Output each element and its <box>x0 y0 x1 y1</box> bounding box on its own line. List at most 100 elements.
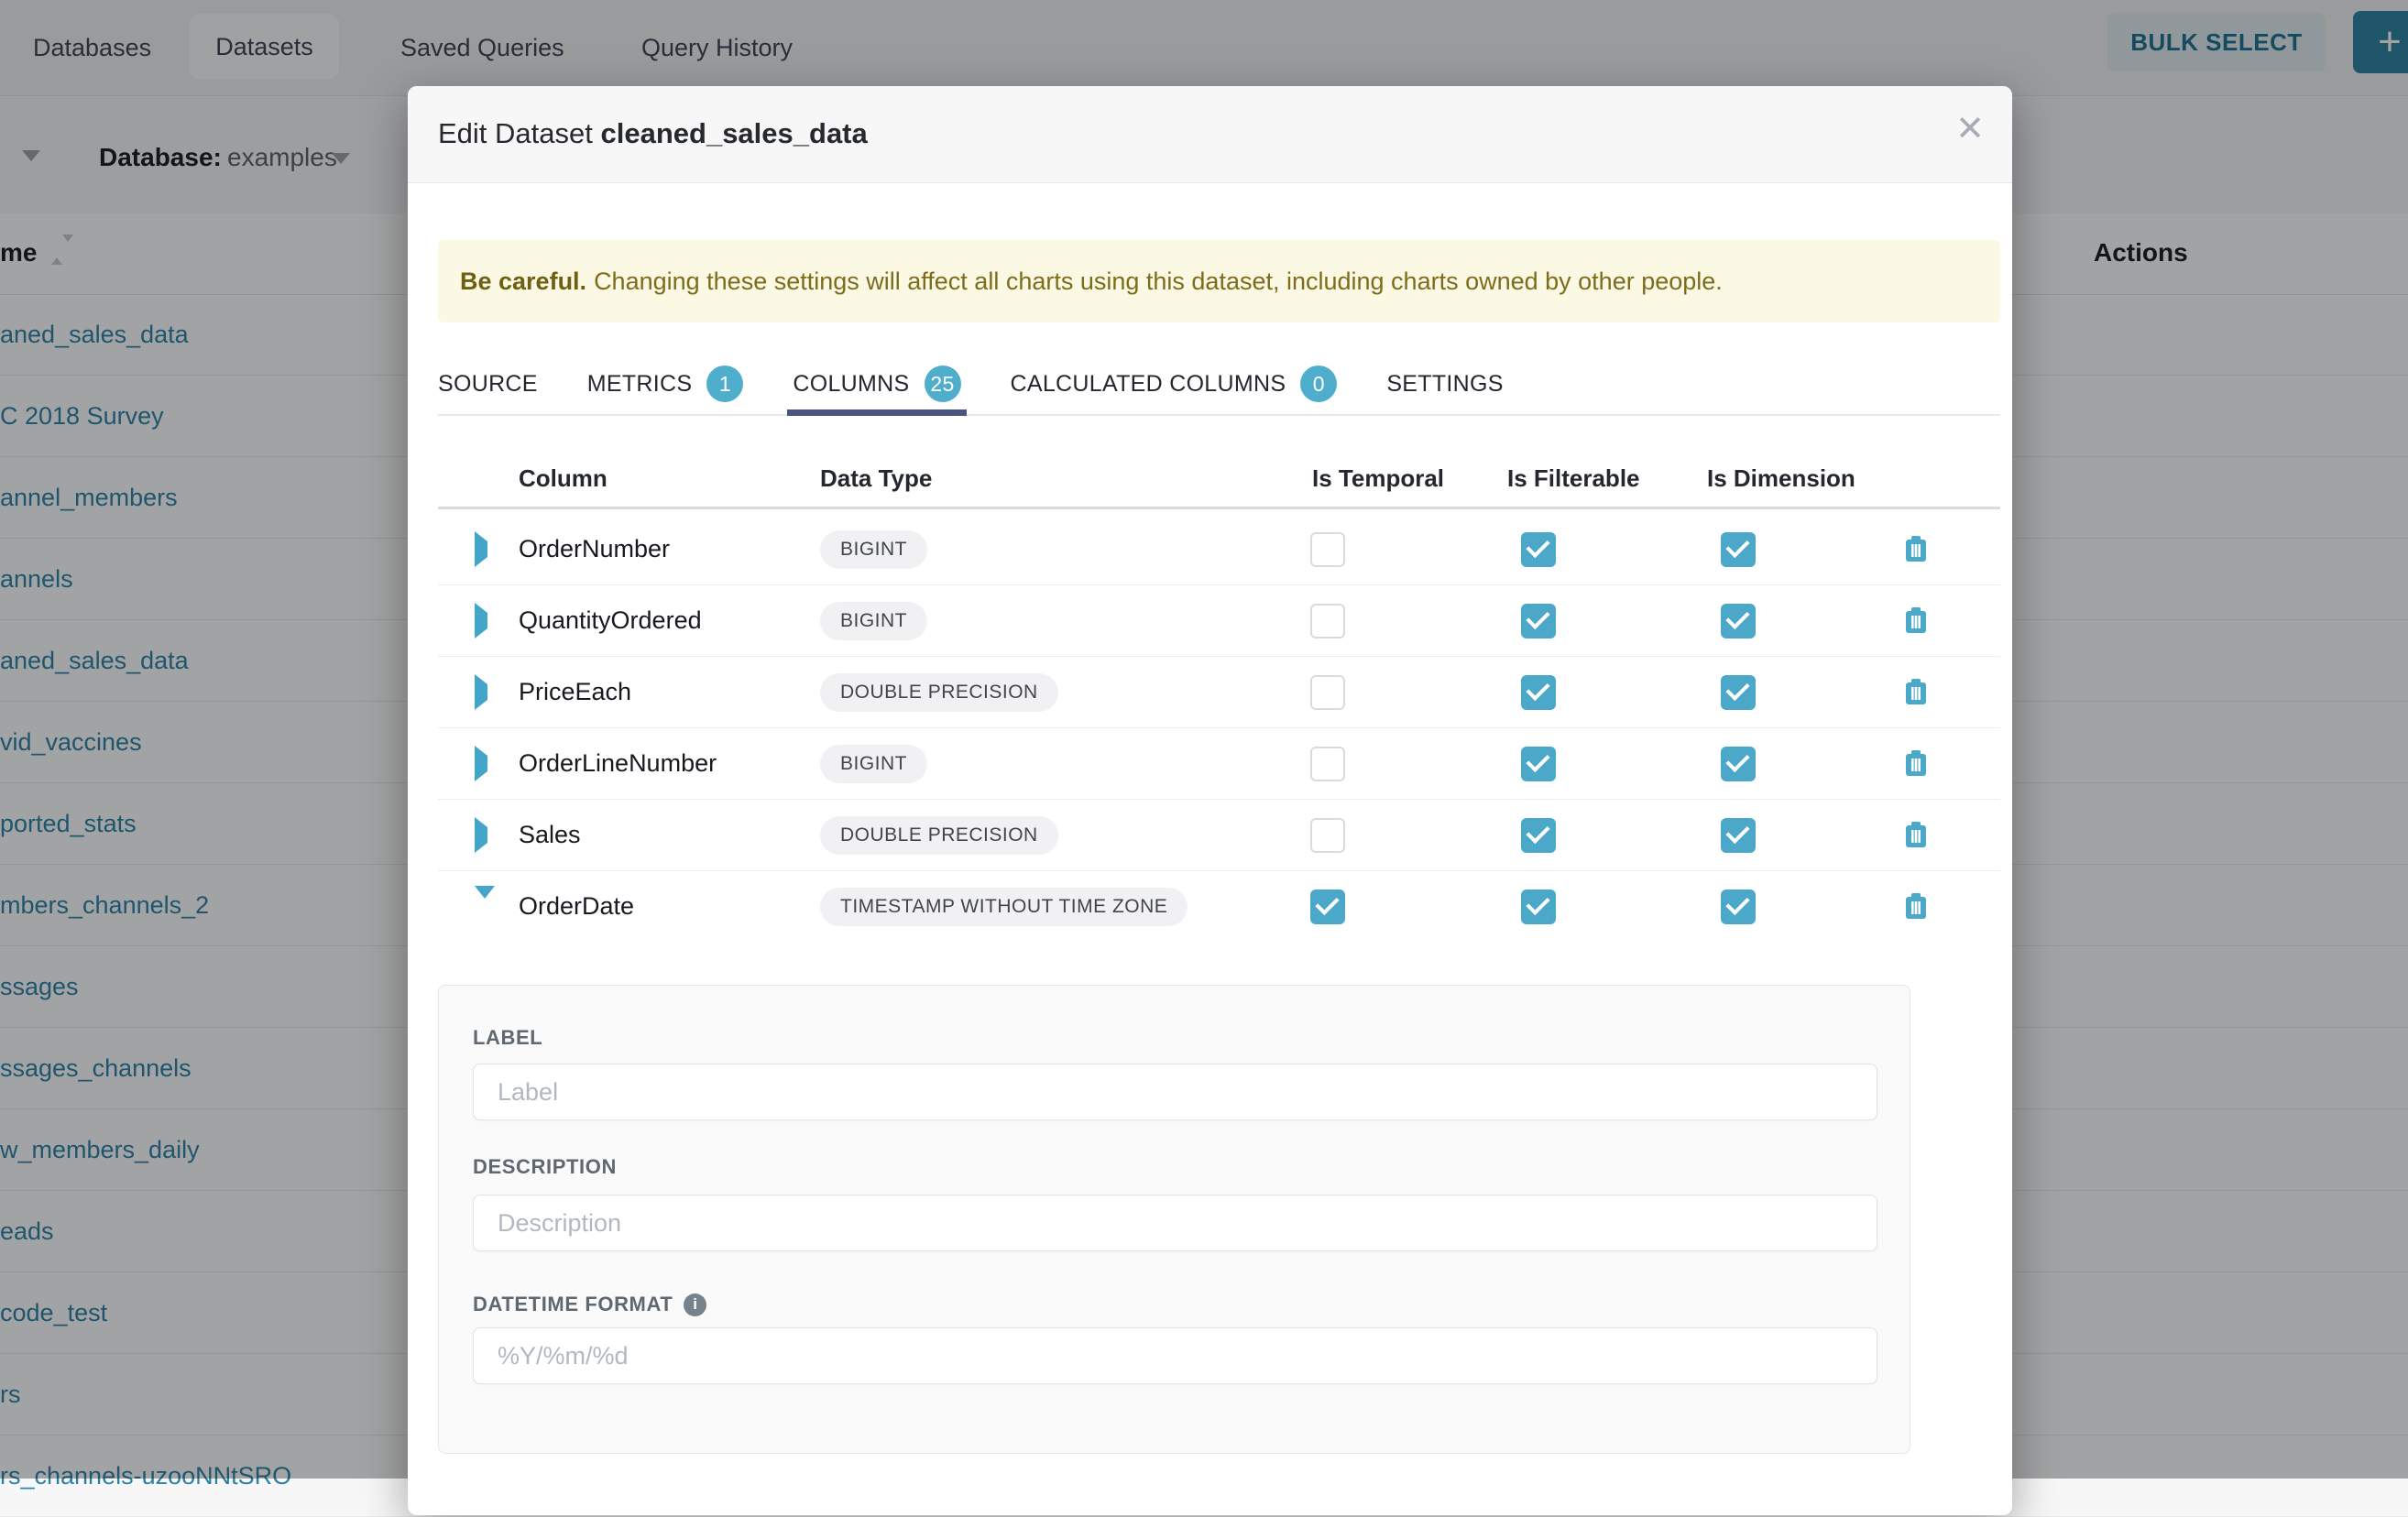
is-dimension-checkbox[interactable] <box>1721 747 1756 781</box>
is-dimension-checkbox[interactable] <box>1721 604 1756 638</box>
is-filterable-checkbox[interactable] <box>1521 604 1556 638</box>
is-filterable-header: Is Filterable <box>1469 464 1669 493</box>
column-row-QuantityOrdered: QuantityOrdered BIGINT <box>438 585 2000 657</box>
column-header: Column <box>493 464 804 493</box>
expand-caret-icon[interactable] <box>475 746 487 781</box>
column-row-OrderLineNumber: OrderLineNumber BIGINT <box>438 728 2000 800</box>
is-dimension-checkbox[interactable] <box>1721 818 1756 853</box>
column-row-OrderDate: OrderDate TIMESTAMP WITHOUT TIME ZONE <box>438 871 2000 942</box>
data-type-badge: BIGINT <box>820 745 927 783</box>
datetime-format-heading: DATETIME FORMAT i <box>473 1293 706 1316</box>
is-filterable-cell <box>1469 532 1669 567</box>
is-temporal-header: Is Temporal <box>1274 464 1469 493</box>
column-name: QuantityOrdered <box>493 606 804 635</box>
warning-text: Changing these settings will affect all … <box>594 267 1723 296</box>
calculated-columns-count-badge: 0 <box>1300 366 1337 402</box>
columns-count-badge: 25 <box>925 366 961 402</box>
collapse-caret-icon[interactable] <box>475 886 495 914</box>
is-filterable-cell <box>1469 604 1669 638</box>
is-filterable-cell <box>1469 889 1669 924</box>
is-filterable-cell <box>1469 818 1669 853</box>
is-temporal-cell <box>1274 889 1469 924</box>
is-dimension-cell <box>1669 889 1877 924</box>
columns-table-header: Column Data Type Is Temporal Is Filterab… <box>438 455 2000 501</box>
trash-icon[interactable] <box>1903 679 1929 706</box>
modal-title-dataset-name: cleaned_sales_data <box>601 117 868 149</box>
column-detail-panel: LABEL DESCRIPTION DATETIME FORMAT i <box>438 985 1910 1454</box>
data-type-badge: DOUBLE PRECISION <box>820 673 1058 712</box>
data-type-badge: TIMESTAMP WITHOUT TIME ZONE <box>820 888 1188 926</box>
column-name: PriceEach <box>493 678 804 706</box>
trash-icon[interactable] <box>1903 822 1929 849</box>
column-row-OrderNumber: OrderNumber BIGINT <box>438 514 2000 585</box>
is-temporal-checkbox[interactable] <box>1310 818 1345 853</box>
is-temporal-checkbox[interactable] <box>1310 747 1345 781</box>
column-row-PriceEach: PriceEach DOUBLE PRECISION <box>438 657 2000 728</box>
close-icon[interactable]: ✕ <box>1955 112 1985 147</box>
is-filterable-cell <box>1469 747 1669 781</box>
trash-icon[interactable] <box>1903 536 1929 563</box>
label-input[interactable] <box>473 1064 1877 1120</box>
is-filterable-checkbox[interactable] <box>1521 747 1556 781</box>
modal-title: Edit Dataset cleaned_sales_data <box>438 117 868 150</box>
modal-tabs: SOURCE METRICS1 COLUMNS25 CALCULATED COL… <box>438 354 2000 416</box>
columns-table-body: OrderNumber BIGINT QuantityOrdered BIGINT Pr… <box>438 514 2000 942</box>
column-name: OrderDate <box>493 892 804 921</box>
data-type-badge: BIGINT <box>820 602 927 640</box>
description-heading: DESCRIPTION <box>473 1155 617 1179</box>
metrics-count-badge: 1 <box>706 366 743 402</box>
trash-icon[interactable] <box>1903 893 1929 921</box>
tab-columns[interactable]: COLUMNS25 <box>793 354 960 414</box>
is-dimension-checkbox[interactable] <box>1721 889 1756 924</box>
tab-calculated-columns[interactable]: CALCULATED COLUMNS0 <box>1011 354 1338 414</box>
description-input[interactable] <box>473 1195 1877 1251</box>
is-temporal-checkbox[interactable] <box>1310 604 1345 638</box>
is-dimension-checkbox[interactable] <box>1721 532 1756 567</box>
edit-dataset-modal: Edit Dataset cleaned_sales_data ✕ Be car… <box>408 86 2012 1515</box>
data-type-badge: DOUBLE PRECISION <box>820 816 1058 855</box>
is-filterable-checkbox[interactable] <box>1521 818 1556 853</box>
modal-header: Edit Dataset cleaned_sales_data ✕ <box>408 86 2012 183</box>
is-temporal-checkbox[interactable] <box>1310 889 1345 924</box>
data-type-header: Data Type <box>804 464 1274 493</box>
column-name: OrderNumber <box>493 535 804 563</box>
is-filterable-checkbox[interactable] <box>1521 675 1556 710</box>
tab-metrics[interactable]: METRICS1 <box>587 354 744 414</box>
datetime-format-input[interactable] <box>473 1327 1877 1384</box>
expand-caret-icon[interactable] <box>475 603 487 638</box>
is-dimension-checkbox[interactable] <box>1721 675 1756 710</box>
label-heading: LABEL <box>473 1026 542 1050</box>
column-name: Sales <box>493 821 804 849</box>
is-dimension-cell <box>1669 532 1877 567</box>
expand-caret-icon[interactable] <box>475 674 487 710</box>
is-temporal-cell <box>1274 747 1469 781</box>
header-divider <box>438 507 2000 509</box>
is-temporal-checkbox[interactable] <box>1310 675 1345 710</box>
column-name: OrderLineNumber <box>493 749 804 778</box>
is-temporal-cell <box>1274 675 1469 710</box>
modal-title-prefix: Edit Dataset <box>438 117 593 149</box>
is-dimension-cell <box>1669 604 1877 638</box>
is-dimension-cell <box>1669 675 1877 710</box>
info-icon[interactable]: i <box>684 1293 706 1316</box>
is-filterable-checkbox[interactable] <box>1521 889 1556 924</box>
column-row-Sales: Sales DOUBLE PRECISION <box>438 800 2000 871</box>
expand-caret-icon[interactable] <box>475 817 487 853</box>
is-dimension-cell <box>1669 818 1877 853</box>
is-filterable-checkbox[interactable] <box>1521 532 1556 567</box>
tab-settings[interactable]: SETTINGS <box>1386 354 1503 414</box>
is-temporal-cell <box>1274 604 1469 638</box>
data-type-badge: BIGINT <box>820 530 927 569</box>
trash-icon[interactable] <box>1903 607 1929 635</box>
tab-source[interactable]: SOURCE <box>438 354 538 414</box>
warning-bold-text: Be careful. <box>460 267 586 296</box>
warning-banner: Be careful. Changing these settings will… <box>438 240 2000 322</box>
expand-caret-icon[interactable] <box>475 531 487 567</box>
is-dimension-cell <box>1669 747 1877 781</box>
trash-icon[interactable] <box>1903 750 1929 778</box>
is-temporal-cell <box>1274 818 1469 853</box>
is-temporal-cell <box>1274 532 1469 567</box>
is-temporal-checkbox[interactable] <box>1310 532 1345 567</box>
is-filterable-cell <box>1469 675 1669 710</box>
is-dimension-header: Is Dimension <box>1669 464 1877 493</box>
